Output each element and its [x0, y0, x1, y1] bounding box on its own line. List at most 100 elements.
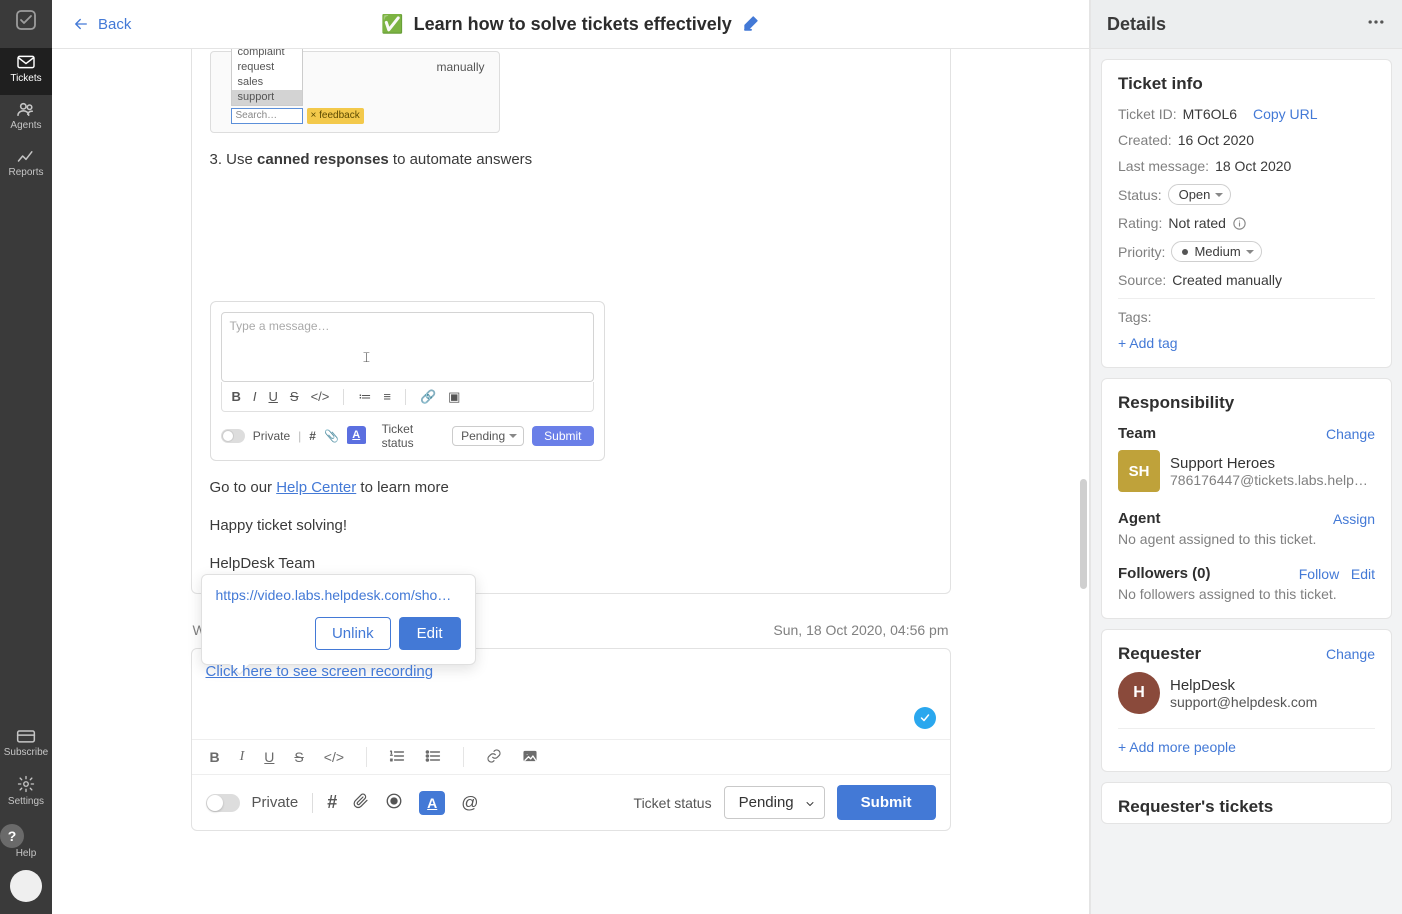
sidebar-item-label: Agents [10, 120, 41, 131]
chart-icon [16, 148, 36, 164]
sidebar-item-agents[interactable]: Agents [0, 95, 52, 142]
envelope-icon [16, 54, 36, 70]
private-toggle[interactable] [206, 794, 240, 812]
title-emoji: ✅ [381, 14, 403, 35]
screenshot-canned: Type a message… 𝙸 BIUS</> ≔≡ 🔗▣ [210, 301, 605, 461]
requester-email: support@helpdesk.com [1170, 694, 1317, 710]
screenshot-tagging: manually complaint request sales support… [210, 51, 500, 133]
scrollbar-thumb[interactable] [1080, 479, 1087, 589]
help-center-link[interactable]: Help Center [276, 479, 356, 496]
sidebar-item-reports[interactable]: Reports [0, 142, 52, 189]
edit-followers-button[interactable]: Edit [1351, 566, 1375, 582]
details-panel: Details Ticket info Ticket ID: MT6OL6 Co… [1090, 0, 1402, 914]
private-label: Private [252, 794, 299, 811]
recording-link[interactable]: Click here to see screen recording [206, 663, 434, 680]
sidebar-item-label: Help [16, 848, 37, 859]
card-title: Ticket info [1118, 74, 1375, 94]
link-button[interactable] [486, 748, 502, 767]
popover-url[interactable]: https://video.labs.helpdesk.com/show/... [216, 587, 461, 603]
main-column: Back ✅ Learn how to solve tickets effect… [52, 0, 1090, 914]
edit-link-button[interactable]: Edit [399, 617, 461, 650]
users-icon [15, 101, 37, 117]
underline-button[interactable]: U [264, 749, 274, 765]
ordered-list-button[interactable] [389, 749, 405, 766]
reply-date: Sun, 18 Oct 2020, 04:56 pm [773, 622, 948, 638]
sidebar-item-label: Subscribe [4, 747, 48, 758]
bold-button[interactable]: B [210, 749, 220, 765]
requester-tickets-card: Requester's tickets [1101, 782, 1392, 824]
requester-avatar: H [1118, 672, 1160, 714]
sidebar-item-tickets[interactable]: Tickets [0, 48, 52, 95]
agent-none: No agent assigned to this ticket. [1118, 531, 1375, 547]
team-email: 786176447@tickets.labs.helpde… [1170, 472, 1370, 488]
unordered-list-button[interactable] [425, 749, 441, 766]
card-title: Requester's tickets [1118, 797, 1375, 817]
code-button[interactable]: </> [324, 749, 344, 765]
app-sidebar: Tickets Agents Reports Subscribe Setting… [0, 0, 52, 914]
sidebar-item-settings[interactable]: Settings [0, 769, 52, 818]
hashtag-button[interactable]: # [327, 792, 337, 813]
italic-button[interactable]: I [240, 749, 245, 765]
record-button[interactable] [385, 792, 403, 813]
user-avatar[interactable] [10, 870, 42, 902]
happy-line: Happy ticket solving! [210, 515, 932, 537]
sidebar-item-help[interactable]: ? Help [0, 818, 52, 870]
status-label: Ticket status [634, 795, 712, 811]
sidebar-item-label: Settings [8, 796, 44, 807]
card-icon [16, 728, 36, 744]
requester-card: Requester Change H HelpDesk support@help… [1101, 629, 1392, 772]
signature: HelpDesk Team [210, 553, 932, 575]
shot2-toolbar: BIUS</> ≔≡ 🔗▣ [221, 382, 594, 412]
attach-button[interactable] [353, 792, 369, 813]
sidebar-item-label: Reports [8, 167, 43, 178]
ticket-info-card: Ticket info Ticket ID: MT6OL6 Copy URL C… [1101, 59, 1392, 368]
requester-name: HelpDesk [1170, 677, 1317, 694]
content-scroll[interactable]: manually complaint request sales support… [52, 49, 1089, 914]
text-color-button[interactable]: A [419, 791, 445, 815]
grammar-check-icon[interactable] [914, 707, 936, 729]
shot1-dropdown: complaint request sales support [231, 49, 303, 106]
status-pill[interactable]: Open [1168, 184, 1232, 205]
chevron-down-icon [804, 798, 816, 810]
shot1-search: Search… [231, 108, 303, 124]
pencil-icon [742, 14, 760, 32]
back-button[interactable]: Back [72, 15, 131, 33]
status-select[interactable]: Pending [724, 786, 825, 819]
step-3-text: 3. Use canned responses to automate answ… [210, 149, 932, 171]
composer-actions: Private # A @ Ticket status [192, 775, 950, 830]
copy-url-button[interactable]: Copy URL [1253, 106, 1318, 122]
team-avatar: SH [1118, 450, 1160, 492]
image-button[interactable] [522, 749, 538, 766]
follow-button[interactable]: Follow [1299, 566, 1339, 582]
topbar: Back ✅ Learn how to solve tickets effect… [52, 0, 1089, 49]
shot1-tag: feedback [307, 108, 364, 124]
card-title: Requester [1118, 644, 1201, 664]
team-name: Support Heroes [1170, 455, 1370, 472]
app-logo[interactable] [12, 6, 40, 34]
details-more-button[interactable] [1366, 12, 1386, 37]
card-title: Responsibility [1118, 393, 1375, 413]
add-tag-button[interactable]: + Add tag [1118, 335, 1178, 351]
ticket-id: MT6OL6 [1183, 106, 1237, 122]
shot2-textarea: Type a message… 𝙸 [221, 312, 594, 382]
submit-button[interactable]: Submit [837, 785, 936, 820]
priority-pill[interactable]: Medium [1171, 241, 1261, 262]
unlink-button[interactable]: Unlink [315, 617, 391, 650]
assign-agent-button[interactable]: Assign [1333, 511, 1375, 527]
reply-composer: Click here to see screen recording B I U… [191, 648, 951, 831]
goto-help: Go to our Help Center to learn more [210, 477, 932, 499]
sidebar-item-subscribe[interactable]: Subscribe [0, 722, 52, 769]
sidebar-item-label: Tickets [10, 73, 41, 84]
info-icon[interactable] [1232, 216, 1247, 231]
mention-button[interactable]: @ [461, 793, 478, 813]
composer-body[interactable]: Click here to see screen recording [192, 649, 950, 739]
strike-button[interactable]: S [294, 749, 303, 765]
gear-icon [16, 775, 36, 793]
add-people-button[interactable]: + Add more people [1118, 739, 1236, 755]
change-requester-button[interactable]: Change [1326, 646, 1375, 662]
edit-title-button[interactable] [742, 14, 760, 35]
responsibility-card: Responsibility Team Change SH Support He… [1101, 378, 1392, 619]
question-icon: ? [0, 824, 24, 848]
details-header: Details [1091, 0, 1402, 49]
change-team-button[interactable]: Change [1326, 426, 1375, 442]
